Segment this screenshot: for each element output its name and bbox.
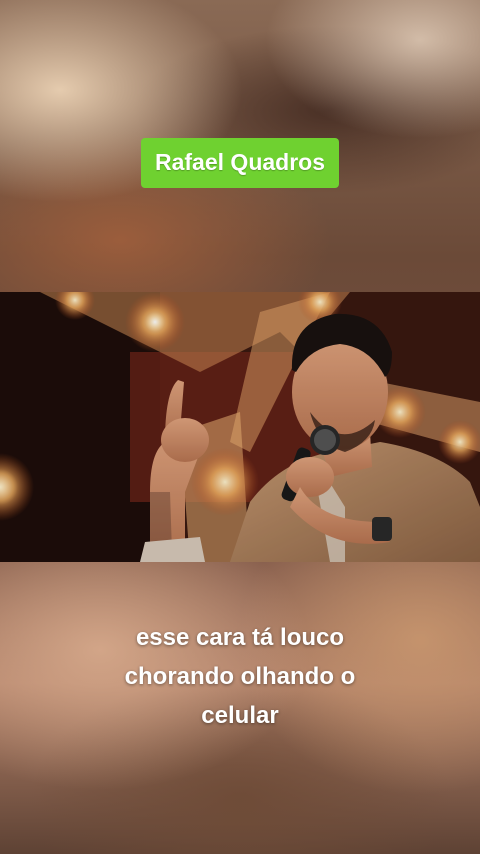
caption-line-1: esse cara tá louco [135, 624, 345, 651]
caption-line-3: celular [201, 702, 279, 729]
subtitle-caption: esse cara tá louco chorando olhando o ce… [0, 618, 480, 735]
caption-line-2: chorando olhando o [124, 663, 356, 690]
singer-performance-image [0, 292, 480, 562]
video-frame[interactable] [0, 292, 480, 562]
video-player[interactable]: Rafael Quadros esse cara tá louco choran… [0, 0, 480, 854]
artist-title-badge: Rafael Quadros [141, 138, 339, 188]
